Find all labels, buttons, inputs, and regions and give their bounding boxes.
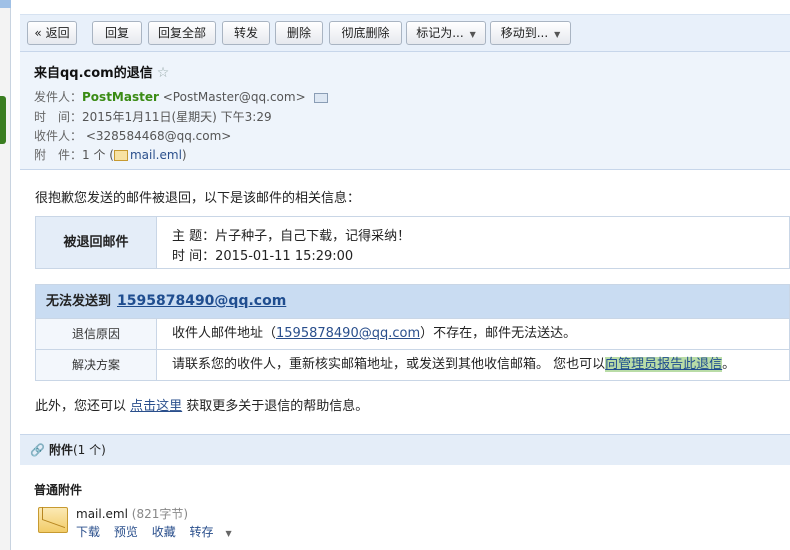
paperclip-icon: 🔗 [30, 443, 45, 457]
reason-label: 退信原因 [36, 319, 157, 349]
mark-as-dropdown[interactable]: 标记为... ▼ [406, 21, 486, 45]
attachment-file-name[interactable]: mail.eml [76, 507, 128, 521]
attachment-file-size: (821字节) [131, 507, 189, 521]
save-favorite-link[interactable]: 收藏 [152, 525, 176, 539]
eml-file-icon[interactable] [38, 507, 68, 533]
reason-row: 退信原因 收件人邮件地址（1595878490@qq.com）不存在，邮件无法送… [36, 318, 789, 349]
delete-permanently-button[interactable]: 彻底删除 [329, 21, 402, 45]
reason-post: ）不存在，邮件无法送达。 [420, 326, 577, 341]
solution-value: 请联系您的收件人，重新核实邮箱地址，或发送到其他收信邮箱。 您也可以向管理员报告… [172, 350, 735, 380]
attachments-title: 附件 [48, 443, 73, 457]
sender-email: <PostMaster@qq.com> [162, 90, 306, 104]
left-edge-bar [0, 0, 11, 550]
bounced-time: 时 间：2015-01-11 15:29:00 [172, 249, 354, 264]
recipient-row: 收件人： <328584468@qq.com> [34, 127, 231, 144]
star-icon[interactable]: ☆ [157, 65, 170, 81]
header-attachment-link[interactable]: mail.eml [130, 148, 182, 162]
delete-button[interactable]: 删除 [275, 21, 323, 45]
save-to-label: 转存 [189, 525, 214, 539]
solution-end: 。 [722, 357, 736, 372]
reason-address-link[interactable]: 1595878490@qq.com [276, 326, 420, 341]
attachments-header: 🔗 附件(1 个) [20, 435, 790, 465]
mail-subject: 来自qq.com的退信 ☆ [34, 62, 169, 81]
left-edge-strip [0, 0, 12, 550]
report-bounce-link[interactable]: 向管理员报告此退信 [605, 357, 723, 372]
attachment-file: mail.eml (821字节) [76, 505, 188, 522]
move-to-dropdown[interactable]: 移动到... ▼ [490, 21, 571, 45]
sender-name[interactable]: PostMaster [82, 90, 159, 104]
undeliverable-address-link[interactable]: 1595878490@qq.com [117, 293, 286, 309]
download-link[interactable]: 下载 [76, 525, 100, 539]
help-line: 此外，您还可以 点击这里 获取更多关于退信的帮助信息。 [35, 395, 368, 414]
left-edge-green-marker [0, 96, 6, 144]
solution-label: 解决方案 [36, 350, 157, 380]
help-post: 获取更多关于退信的帮助信息。 [182, 399, 369, 414]
time-value: 2015年1月11日(星期天) 下午3:29 [82, 110, 272, 124]
bounced-mail-table: 被退回邮件 主 题：片子种子，自己下载，记得采纳！ 时 间：2015-01-11… [35, 216, 790, 269]
save-to-dropdown[interactable]: 转存 ▼ [190, 525, 242, 539]
move-to-label: 移动到... [500, 26, 549, 40]
mark-as-label: 标记为... [416, 26, 464, 40]
reply-button[interactable]: 回复 [92, 21, 142, 45]
attachment-close: ) [181, 148, 187, 162]
normal-attachments-label: 普通附件 [34, 483, 83, 497]
attachment-actions: 下载 预览 收藏 转存 ▼ [76, 523, 252, 540]
mail-toolbar: « 返回 回复 回复全部 转发 删除 彻底删除 标记为... ▼ 移动到... ▼ [20, 14, 790, 52]
attachment-row: 附 件：1 个 ( mail.eml) [34, 146, 187, 163]
contact-card-icon[interactable] [313, 92, 328, 103]
recipient-value: <328584468@qq.com> [85, 129, 232, 143]
undeliverable-table: 无法发送到 1595878490@qq.com 退信原因 收件人邮件地址（1595… [35, 284, 790, 381]
help-pre: 此外，您还可以 [35, 399, 131, 414]
bounced-subject: 主 题：片子种子，自己下载，记得采纳！ [172, 229, 411, 244]
time-label: 时 间： [34, 110, 83, 124]
chevron-down-icon: ▼ [225, 529, 232, 538]
attachments-count: (1 个) [72, 443, 106, 457]
chevron-down-icon: ▼ [554, 30, 561, 39]
solution-row: 解决方案 请联系您的收件人，重新核实邮箱地址，或发送到其他收信邮箱。 您也可以向… [36, 349, 789, 380]
subject-text: 来自qq.com的退信 [34, 66, 153, 81]
left-edge-blue-marker [0, 0, 11, 8]
time-row: 时 间：2015年1月11日(星期天) 下午3:29 [34, 108, 272, 125]
reply-all-button[interactable]: 回复全部 [148, 21, 216, 45]
attachment-count: 1 个 ( [82, 148, 114, 162]
reason-value: 收件人邮件地址（1595878490@qq.com）不存在，邮件无法送达。 [172, 319, 576, 349]
recipient-label: 收件人： [34, 129, 83, 143]
preview-link[interactable]: 预览 [114, 525, 138, 539]
attachments-section: 🔗 附件(1 个) 普通附件 mail.eml (821字节) 下载 预览 收藏 … [20, 434, 790, 550]
undeliverable-label: 无法发送到 [46, 294, 112, 309]
sender-label: 发件人： [34, 90, 83, 104]
mail-header: 来自qq.com的退信 ☆ 发件人：PostMaster <PostMaster@… [20, 52, 790, 170]
solution-text: 请联系您的收件人，重新核实邮箱地址，或发送到其他收信邮箱。 您也可以 [172, 357, 606, 372]
forward-button[interactable]: 转发 [222, 21, 270, 45]
reason-pre: 收件人邮件地址（ [172, 326, 277, 341]
click-here-link[interactable]: 点击这里 [130, 399, 182, 414]
attachment-label: 附 件： [34, 148, 83, 162]
chevron-down-icon: ▼ [469, 30, 476, 39]
back-button[interactable]: « 返回 [27, 21, 77, 45]
undeliverable-header: 无法发送到 1595878490@qq.com [36, 285, 789, 318]
bounce-intro: 很抱歉您发送的邮件被退回，以下是该邮件的相关信息： [35, 191, 361, 206]
envelope-icon [113, 150, 128, 161]
sender-row: 发件人：PostMaster <PostMaster@qq.com> [34, 88, 328, 105]
bounced-mail-label: 被退回邮件 [36, 217, 157, 268]
